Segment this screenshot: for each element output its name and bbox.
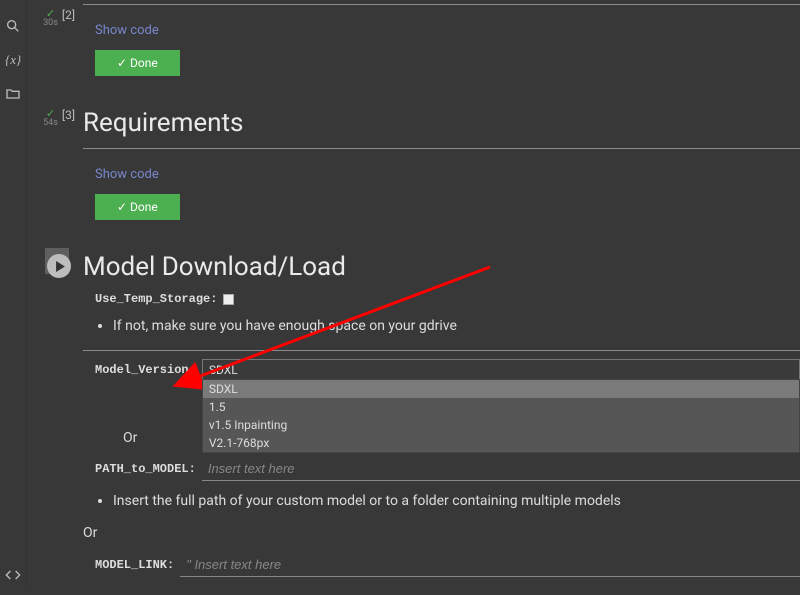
cell-3-num: [3]: [62, 108, 75, 122]
cell-3-time: 54s: [43, 118, 58, 128]
path-note: Insert the full path of your custom mode…: [113, 491, 800, 511]
option-sdxl[interactable]: SDXL: [203, 380, 799, 398]
run-cell-button[interactable]: [47, 254, 71, 278]
option-1-5[interactable]: 1.5: [203, 398, 799, 416]
cell-2: ✓ 30s [2] Show code Done: [27, 0, 800, 86]
use-temp-storage-checkbox[interactable]: [223, 294, 234, 305]
cell-3: ✓ 54s [3] Requirements Show code Done: [27, 100, 800, 230]
model-version-dropdown[interactable]: SDXL SDXL 1.5 v1.5 Inpainting V2.1-768px: [202, 359, 800, 381]
path-to-model-input[interactable]: [202, 457, 800, 481]
model-link-input[interactable]: [180, 553, 800, 577]
or-text-2: Or: [83, 525, 800, 541]
show-code-link[interactable]: Show code: [83, 15, 159, 50]
left-rail: {x}: [0, 0, 27, 589]
use-temp-storage-label: Use_Temp_Storage:: [95, 292, 217, 306]
model-version-label: Model_Version:: [95, 363, 196, 377]
temp-storage-note: If not, make sure you have enough space …: [113, 316, 800, 336]
code-icon[interactable]: [5, 567, 21, 583]
path-to-model-label: PATH_to_MODEL:: [95, 462, 196, 476]
variables-icon[interactable]: {x}: [5, 52, 21, 68]
done-button[interactable]: Done: [95, 50, 180, 76]
model-version-selected[interactable]: SDXL: [202, 359, 800, 381]
model-version-options: SDXL 1.5 v1.5 Inpainting V2.1-768px: [202, 379, 800, 453]
cell-2-num: [2]: [62, 8, 75, 22]
cell-2-time: 30s: [43, 18, 58, 28]
option-v21-768[interactable]: V2.1-768px: [203, 434, 799, 452]
divider: [83, 4, 800, 5]
requirements-heading: Requirements: [83, 108, 800, 138]
model-link-label: MODEL_LINK:: [95, 558, 174, 572]
folder-icon[interactable]: [5, 86, 21, 102]
option-v15-inpainting[interactable]: v1.5 Inpainting: [203, 416, 799, 434]
divider: [83, 350, 800, 351]
show-code-link[interactable]: Show code: [83, 159, 159, 194]
cell-4-model-download: Model Download/Load Use_Temp_Storage: If…: [27, 244, 800, 595]
search-icon[interactable]: [5, 18, 21, 34]
model-download-heading: Model Download/Load: [83, 252, 800, 282]
notebook-main: ✓ 30s [2] Show code Done ✓ 54s [3] Requi…: [27, 0, 800, 589]
divider: [83, 148, 800, 149]
or-text-1: Or: [123, 430, 137, 446]
done-button[interactable]: Done: [95, 194, 180, 220]
